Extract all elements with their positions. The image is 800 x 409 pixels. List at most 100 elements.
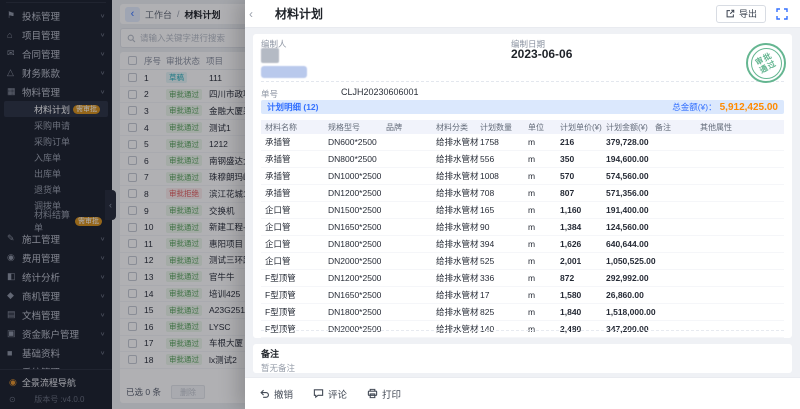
table-cell: DN1800*2500 [328, 307, 386, 317]
table-cell: 574,560.00 [606, 171, 655, 181]
export-button[interactable]: 导出 [716, 5, 766, 23]
table-cell: 给排水管材 [436, 323, 480, 335]
table-cell: 企口管 [261, 204, 328, 216]
table-cell: DN1200*2500 [328, 273, 386, 283]
remark-card: 备注 暂无备注 [253, 344, 792, 373]
table-cell: 给排水管材 [436, 272, 480, 284]
table-cell: DN1800*2500 [328, 239, 386, 249]
table-cell: 承插管 [261, 187, 328, 199]
table-cell: 825 [480, 307, 528, 317]
table-cell: F型顶管 [261, 323, 328, 335]
table-row: 承插管DN1000*2500给排水管材1008m570574,560.00 [261, 168, 784, 185]
undo-button[interactable]: 撤销 [259, 387, 293, 401]
plan-detail-card: 编制人 编制日期 2023-06-06 单号 CLJH20230606001 计… [253, 34, 792, 338]
table-column-header: 材料分类 [436, 122, 480, 133]
table-row: F型顶管DN1200*2500给排水管材336m872292,992.00 [261, 270, 784, 287]
comment-button[interactable]: 评论 [313, 387, 347, 401]
table-column-header: 备注 [655, 122, 700, 133]
creator-avatar [261, 48, 279, 63]
table-cell: 379,728.00 [606, 137, 655, 147]
table-cell: m [528, 188, 560, 198]
table-cell: 给排水管材 [436, 136, 480, 148]
table-cell: 给排水管材 [436, 204, 480, 216]
table-cell: 给排水管材 [436, 255, 480, 267]
table-cell: m [528, 222, 560, 232]
remark-empty-text: 暂无备注 [261, 362, 784, 374]
table-row: 承插管DN600*2500给排水管材1758m216379,728.00 [261, 134, 784, 151]
table-column-header: 计划金额(¥) [606, 122, 655, 133]
table-cell: 企口管 [261, 221, 328, 233]
table-cell: F型顶管 [261, 272, 328, 284]
table-cell: DN2000*2500 [328, 256, 386, 266]
table-cell: F型顶管 [261, 306, 328, 318]
remark-label: 备注 [261, 347, 784, 360]
table-column-header: 计划数量 [480, 122, 528, 133]
table-cell: 1,626 [560, 239, 606, 249]
table-cell: 给排水管材 [436, 187, 480, 199]
detail-section-title: 计划明细 (12) [267, 101, 318, 113]
table-cell: 292,992.00 [606, 273, 655, 283]
table-cell: 1,050,525.00 [606, 256, 655, 266]
table-cell: 194,600.00 [606, 154, 655, 164]
table-row: 企口管DN1650*2500给排水管材90m1,384124,560.00 [261, 219, 784, 236]
table-cell: DN2000*2500 [328, 324, 386, 334]
table-cell: 556 [480, 154, 528, 164]
table-cell: m [528, 154, 560, 164]
table-cell: 承插管 [261, 170, 328, 182]
table-cell: 1,580 [560, 290, 606, 300]
table-cell: m [528, 137, 560, 147]
table-cell: 807 [560, 188, 606, 198]
dashed-divider [261, 81, 784, 82]
total-amount-value: 5,912,425.00 [720, 102, 778, 113]
print-icon [367, 388, 378, 399]
table-cell: 1,518,000.00 [606, 307, 655, 317]
table-cell: 525 [480, 256, 528, 266]
table-column-header: 品牌 [386, 122, 436, 133]
table-cell: m [528, 324, 560, 334]
dashed-divider-bottom [261, 330, 784, 331]
drawer-mask[interactable] [0, 0, 245, 409]
print-button[interactable]: 打印 [367, 387, 401, 401]
undo-icon [259, 388, 270, 399]
table-cell: 给排水管材 [436, 238, 480, 250]
drawer-collapse-icon[interactable]: ‹ [249, 7, 253, 21]
table-cell: DN600*2500 [328, 137, 386, 147]
fullscreen-icon[interactable] [776, 8, 788, 20]
table-column-header: 计划单价(¥) [560, 122, 606, 133]
material-table-body: 承插管DN600*2500给排水管材1758m216379,728.00承插管D… [261, 134, 784, 338]
drawer-header: ‹ 材料计划 导出 [245, 0, 800, 28]
table-column-header: 单位 [528, 122, 560, 133]
table-cell: 872 [560, 273, 606, 283]
table-cell: 124,560.00 [606, 222, 655, 232]
doc-no-label: 单号 [261, 88, 278, 100]
date-value: 2023-06-06 [511, 47, 572, 61]
table-cell: 给排水管材 [436, 153, 480, 165]
drawer-title: 材料计划 [275, 5, 323, 22]
table-row: 企口管DN1800*2500给排水管材394m1,626640,644.00 [261, 236, 784, 253]
table-cell: 640,644.00 [606, 239, 655, 249]
table-cell: 承插管 [261, 136, 328, 148]
drawer-footer: 撤销 评论 打印 [245, 377, 800, 409]
material-table-header: 材料名称规格型号品牌材料分类计划数量单位计划单价(¥)计划金额(¥)备注其他属性 [261, 120, 784, 134]
table-cell: m [528, 256, 560, 266]
table-cell: DN800*2500 [328, 154, 386, 164]
material-table: 材料名称规格型号品牌材料分类计划数量单位计划单价(¥)计划金额(¥)备注其他属性… [261, 120, 784, 338]
table-cell: 191,400.00 [606, 205, 655, 215]
table-cell: 17 [480, 290, 528, 300]
table-cell: m [528, 307, 560, 317]
table-cell: 350 [560, 154, 606, 164]
detail-section-bar: 计划明细 (12) 总金额(¥)： 5,912,425.00 [261, 100, 784, 114]
table-cell: 1008 [480, 171, 528, 181]
material-plan-drawer: ‹ 材料计划 导出 编制人 编制日期 2023-06-06 单号 CLJH202… [245, 0, 800, 409]
table-cell: 1,160 [560, 205, 606, 215]
table-cell: 1,384 [560, 222, 606, 232]
table-cell: 给排水管材 [436, 170, 480, 182]
doc-no-value: CLJH20230606001 [341, 87, 419, 97]
table-cell: m [528, 290, 560, 300]
table-cell: 承插管 [261, 153, 328, 165]
table-cell: 571,356.00 [606, 188, 655, 198]
table-cell: m [528, 171, 560, 181]
table-cell: DN1500*2500 [328, 205, 386, 215]
table-cell: 1758 [480, 137, 528, 147]
export-icon [725, 9, 735, 19]
